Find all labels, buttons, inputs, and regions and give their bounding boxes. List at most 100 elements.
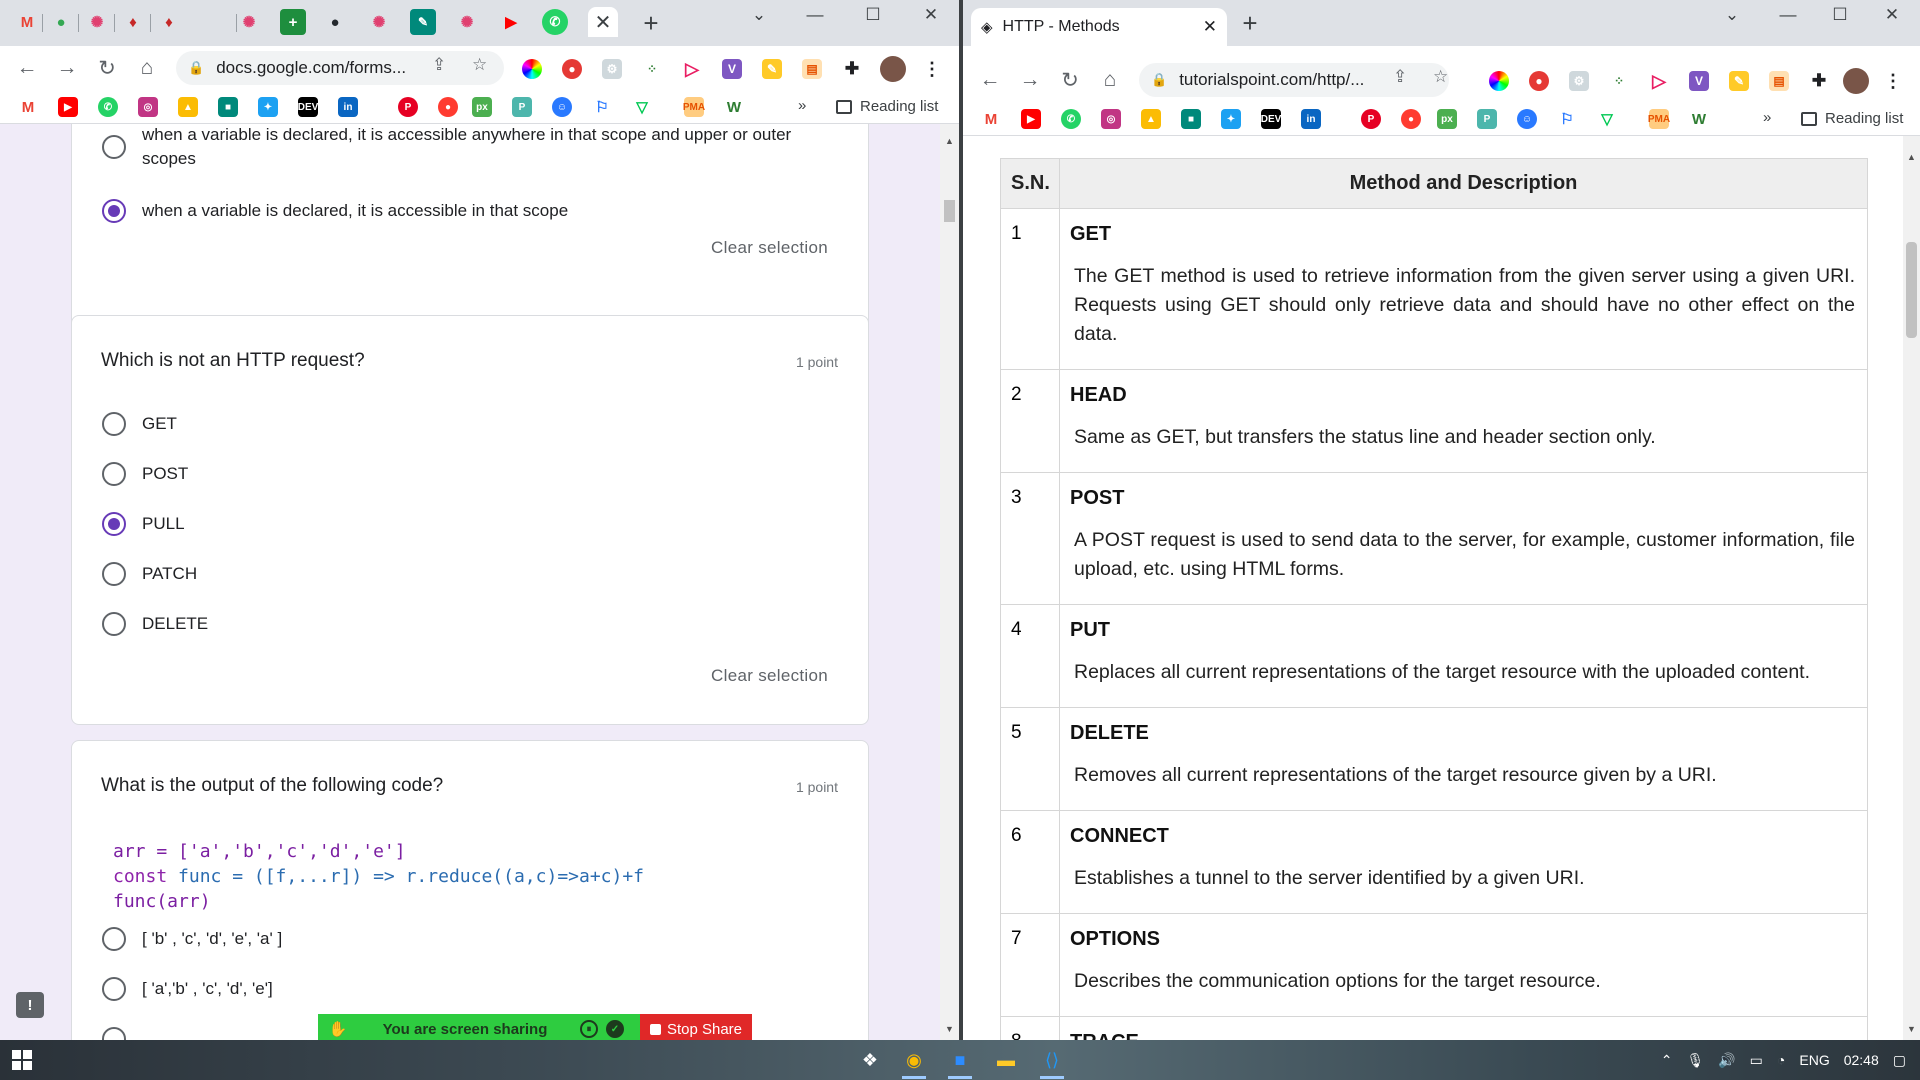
scroll-up-arrow-icon[interactable]: ▲ <box>1907 152 1916 162</box>
radio-button[interactable] <box>102 562 126 586</box>
bookmarks-overflow-icon[interactable]: » <box>1763 109 1771 126</box>
clear-selection-button[interactable]: Clear selection <box>711 238 828 258</box>
close-window-button[interactable]: ✕ <box>1867 0 1917 30</box>
tab-search-chevron-icon[interactable]: ⌄ <box>1707 0 1757 30</box>
reload-icon[interactable]: ↻ <box>1055 65 1085 95</box>
option-row[interactable] <box>102 1027 142 1040</box>
dots-extension-icon[interactable]: ⁘ <box>642 59 662 79</box>
sheets-plus-icon[interactable]: + <box>280 9 306 35</box>
tray-chevron-icon[interactable]: ⌃ <box>1661 1052 1673 1069</box>
option-row[interactable]: when a variable is declared, it is acces… <box>102 199 568 223</box>
record-icon[interactable]: ● <box>438 97 458 117</box>
option-row[interactable]: DELETE <box>102 612 208 636</box>
microphone-icon[interactable]: 🎙 <box>1686 1052 1704 1069</box>
robot-icon[interactable]: ☺ <box>1517 109 1537 129</box>
bookmark-star-icon[interactable]: ☆ <box>472 55 487 75</box>
radio-button[interactable] <box>102 1027 126 1040</box>
whatsapp-icon[interactable]: ✆ <box>1061 109 1081 129</box>
flag-icon[interactable]: ⚐ <box>592 97 612 117</box>
radio-button[interactable] <box>102 927 126 951</box>
profile-avatar[interactable] <box>880 56 906 82</box>
drive-icon[interactable]: ▲ <box>178 97 198 117</box>
record-icon[interactable]: ● <box>1401 109 1421 129</box>
flag-icon[interactable]: ⚐ <box>1557 109 1577 129</box>
scroll-down-arrow-icon[interactable]: ▼ <box>945 1024 954 1034</box>
option-row[interactable]: GET <box>102 412 177 436</box>
notes-extension-icon[interactable]: ▤ <box>1769 71 1789 91</box>
bookmark-star-icon[interactable]: ☆ <box>1433 67 1448 87</box>
reading-list-button[interactable]: Reading list <box>836 98 938 115</box>
chat-icon[interactable]: ✎ <box>410 9 436 35</box>
twitter-icon[interactable]: ✦ <box>258 97 278 117</box>
highlighter-extension-icon[interactable]: ✎ <box>762 59 782 79</box>
gmail-icon[interactable]: M <box>981 109 1001 129</box>
bookmarks-overflow-icon[interactable]: » <box>798 97 806 114</box>
vuetify-icon[interactable]: ▽ <box>632 97 652 117</box>
widgets-icon[interactable]: ❖ <box>856 1046 884 1074</box>
linkedin-icon[interactable]: in <box>1301 109 1321 129</box>
pma-icon[interactable]: PMA <box>1648 109 1670 129</box>
notifications-icon[interactable]: ▢ <box>1893 1052 1906 1069</box>
file-explorer-icon[interactable]: ▬ <box>992 1046 1020 1074</box>
minimize-button[interactable]: — <box>1763 0 1813 30</box>
youtube-icon[interactable]: ▶ <box>498 9 524 35</box>
back-arrow-icon[interactable]: ← <box>12 53 42 83</box>
extensions-puzzle-icon[interactable]: ✚ <box>842 59 862 79</box>
radio-button[interactable] <box>102 977 126 1001</box>
w-icon[interactable]: W <box>724 97 744 117</box>
pinterest-icon[interactable]: P <box>1361 109 1381 129</box>
radio-button-checked[interactable] <box>102 512 126 536</box>
pokeball-extension-icon[interactable]: ● <box>1529 71 1549 91</box>
language-indicator[interactable]: ENG <box>1799 1052 1829 1068</box>
share-icon[interactable]: ⇪ <box>432 55 446 75</box>
github-icon[interactable]: ● <box>322 9 348 35</box>
pinterest-icon[interactable]: P <box>398 97 418 117</box>
radio-button[interactable] <box>102 412 126 436</box>
radio-button[interactable] <box>102 135 126 159</box>
share-icon[interactable]: ⇪ <box>1393 67 1407 87</box>
meet-icon[interactable]: ■ <box>218 97 238 117</box>
gmail-icon[interactable]: M <box>18 97 38 117</box>
zoom-icon[interactable]: ■ <box>946 1046 974 1079</box>
p-app-icon[interactable]: P <box>512 97 532 117</box>
tab-search-chevron-icon[interactable]: ⌄ <box>734 0 784 30</box>
dev-icon[interactable]: DEV <box>1261 109 1281 129</box>
maximize-button[interactable]: ☐ <box>1815 0 1865 30</box>
new-tab-button[interactable]: + <box>1235 8 1265 38</box>
address-bar[interactable]: 🔒 docs.google.com/forms... <box>176 51 504 85</box>
youtube-icon[interactable]: ▶ <box>58 97 78 117</box>
volume-icon[interactable]: 🔊 <box>1718 1052 1735 1069</box>
scroll-up-arrow-icon[interactable]: ▲ <box>945 136 954 146</box>
notes-extension-icon[interactable]: ▤ <box>802 59 822 79</box>
px-icon[interactable]: px <box>1437 109 1457 129</box>
play-extension-icon[interactable]: ▷ <box>682 59 702 79</box>
color-picker-extension-icon[interactable] <box>522 59 542 79</box>
scrollbar[interactable]: ▲ ▼ <box>940 124 959 1040</box>
home-icon[interactable]: ⌂ <box>1095 65 1125 95</box>
robot-icon[interactable]: ☺ <box>552 97 572 117</box>
v-extension-icon[interactable]: V <box>1689 71 1709 91</box>
option-row[interactable]: [ 'b' , 'c', 'd', 'e', 'a' ] <box>102 927 282 951</box>
highlighter-extension-icon[interactable]: ✎ <box>1729 71 1749 91</box>
home-icon[interactable]: ⌂ <box>132 53 162 83</box>
vscode-icon[interactable]: ⟨⟩ <box>1038 1046 1066 1079</box>
maps-pin-icon[interactable]: ♦ <box>156 9 182 35</box>
new-tab-button[interactable]: + <box>636 8 666 38</box>
whatsapp-icon[interactable]: ✆ <box>98 97 118 117</box>
dribbble-icon[interactable]: ✺ <box>84 9 110 35</box>
whatsapp-icon[interactable]: ✆ <box>542 9 568 35</box>
report-feedback-icon[interactable]: ! <box>16 992 44 1018</box>
option-row[interactable]: [ 'a','b' , 'c', 'd', 'e'] <box>102 977 273 1001</box>
forward-arrow-icon[interactable]: → <box>52 53 82 83</box>
p-app-icon[interactable]: P <box>1477 109 1497 129</box>
menu-kebab-icon[interactable]: ⋮ <box>922 59 942 79</box>
radio-button[interactable] <box>102 612 126 636</box>
google-icon[interactable]: ● <box>48 9 74 35</box>
instagram-icon[interactable]: ◎ <box>1101 109 1121 129</box>
radio-button[interactable] <box>102 462 126 486</box>
settings-extension-icon[interactable]: ⚙ <box>1569 71 1589 91</box>
scroll-down-arrow-icon[interactable]: ▼ <box>1907 1024 1916 1034</box>
dots-extension-icon[interactable]: ⁘ <box>1609 71 1629 91</box>
scrollbar-thumb[interactable] <box>1906 242 1917 338</box>
chrome-icon[interactable]: ◉ <box>900 1046 928 1079</box>
